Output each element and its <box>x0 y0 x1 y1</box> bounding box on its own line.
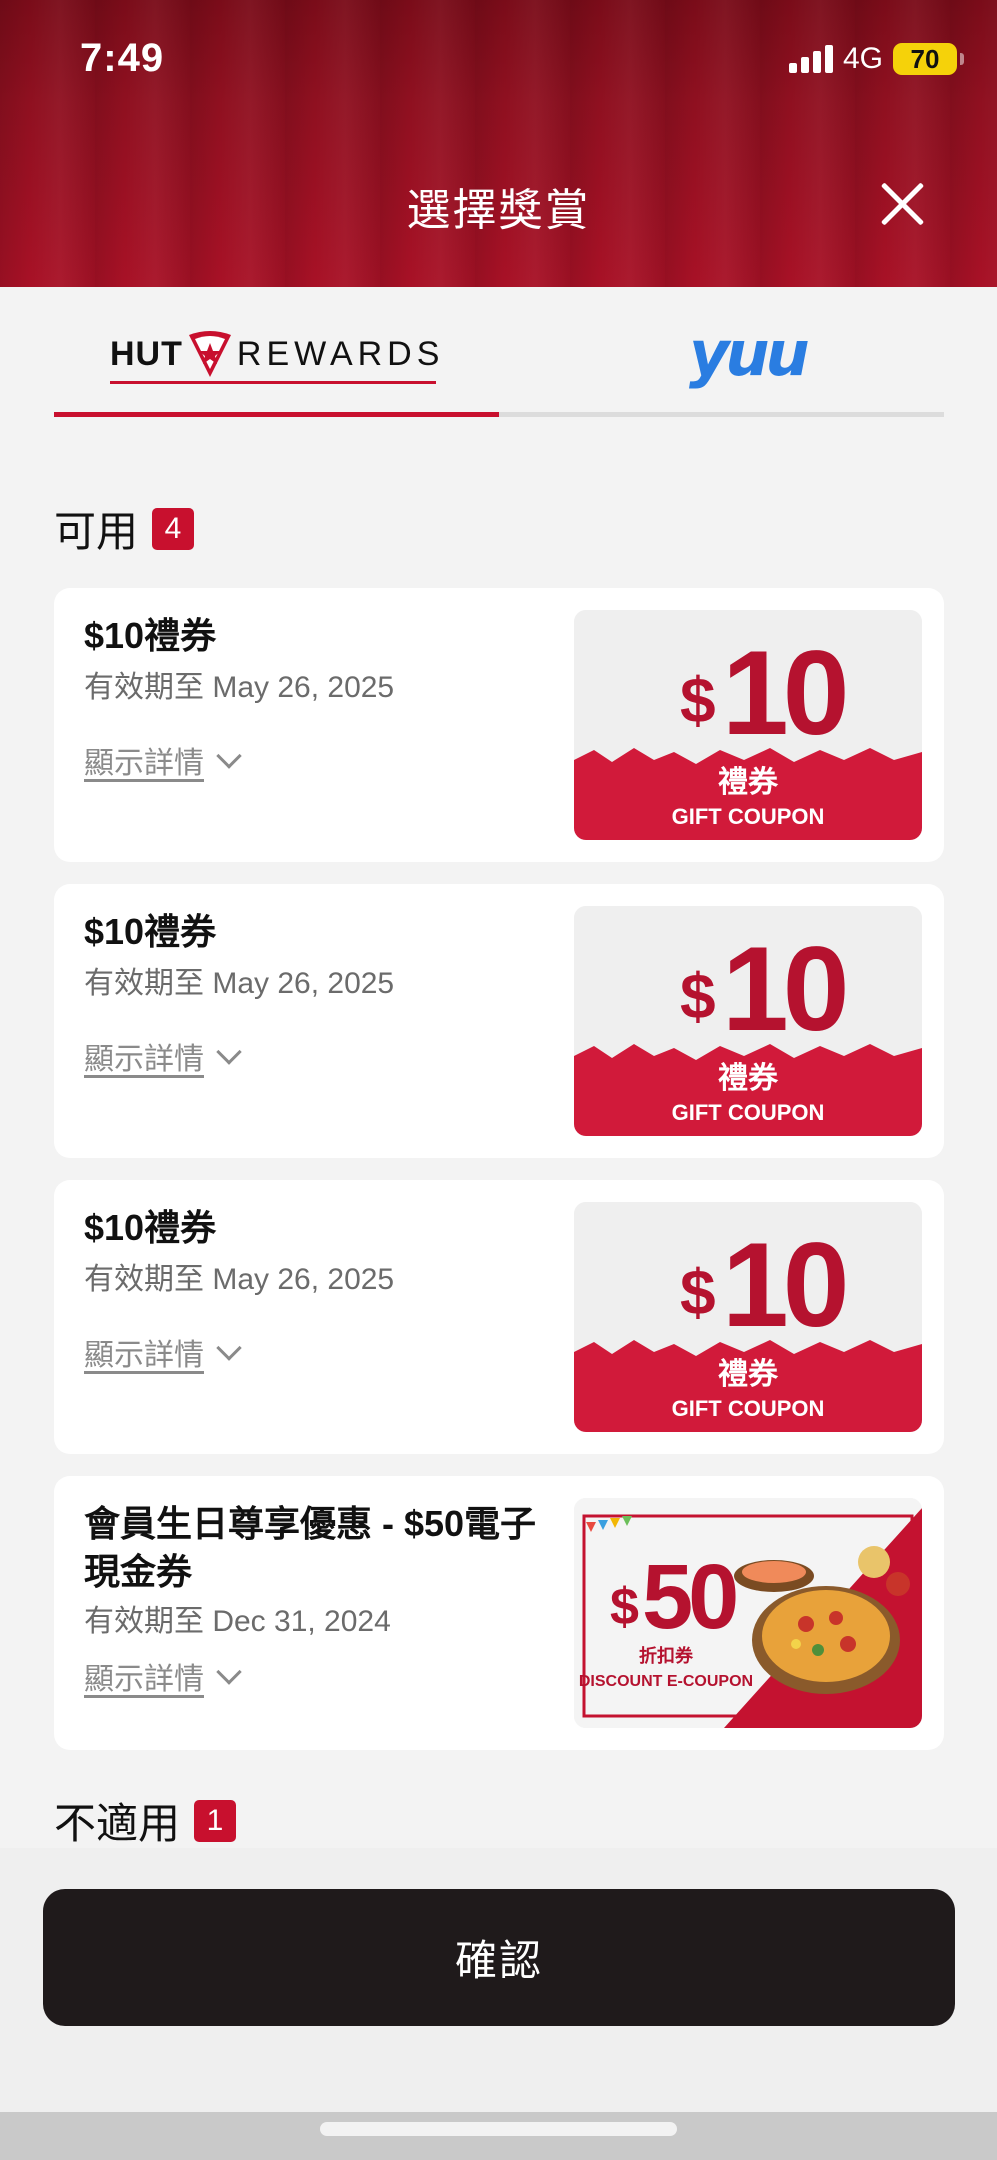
coupon-image-50: $ 50 折扣券 DISCOUNT E-COUPON <box>574 1498 922 1728</box>
reward-card[interactable]: 會員生日尊享優惠 - $50電子現金券 有效期至 Dec 31, 2024 顯示… <box>54 1476 944 1750</box>
show-details-label: 顯示詳情 <box>84 1339 204 1372</box>
coupon-amount: 10 <box>722 626 845 760</box>
reward-expiry: 有效期至 May 26, 2025 <box>84 967 395 1000</box>
reward-title: $10禮券 <box>84 911 217 952</box>
coupon-zh: 禮券 <box>718 1061 779 1096</box>
battery-level: 70 <box>910 43 940 74</box>
status-indicators: 4G 70 <box>788 42 964 76</box>
coupon-en: GIFT COUPON <box>672 804 825 829</box>
tab-hut-rewards[interactable]: HUT REWARDS <box>54 287 499 417</box>
coupon-image-10: $ 10 禮券 GIFT COUPON <box>574 610 922 840</box>
available-section-header: 可用 4 <box>54 498 195 559</box>
reward-title: $10禮券 <box>84 615 217 656</box>
home-indicator[interactable] <box>320 2122 677 2136</box>
coupon-zh: 禮券 <box>718 1357 779 1392</box>
yuu-logo: yuu <box>689 317 810 390</box>
reward-card[interactable]: $10禮券 有效期至 May 26, 2025 顯示詳情 $ 10 禮券 GIF… <box>54 884 944 1158</box>
battery-icon: 70 <box>893 43 964 75</box>
coupon-zh: 禮券 <box>718 765 779 800</box>
show-details-toggle[interactable]: 顯示詳情 <box>84 1034 242 1078</box>
reward-expiry: 有效期至 May 26, 2025 <box>84 671 395 704</box>
coupon-dollar: $ <box>680 1256 716 1328</box>
coupon-en: GIFT COUPON <box>672 1396 825 1421</box>
coupon-amount: 50 <box>642 1546 736 1648</box>
active-tab-indicator <box>54 412 499 417</box>
chevron-down-icon <box>216 1335 242 1361</box>
coupon-dollar: $ <box>610 1578 639 1636</box>
inactive-tab-indicator <box>499 412 944 417</box>
logo-underline <box>110 381 436 384</box>
coupon-en: DISCOUNT E-COUPON <box>579 1673 753 1690</box>
reward-title: $10禮券 <box>84 1207 217 1248</box>
rewards-word: REWARDS <box>236 334 445 373</box>
available-label: 可用 <box>54 508 139 555</box>
reward-expiry: 有效期至 Dec 31, 2024 <box>84 1605 391 1638</box>
reward-tabs: HUT REWARDS yuu <box>54 287 944 417</box>
reward-card[interactable]: $10禮券 有效期至 May 26, 2025 顯示詳情 $ 10 禮券 GIF… <box>54 1180 944 1454</box>
show-details-toggle[interactable]: 顯示詳情 <box>84 1654 242 1698</box>
network-label: 4G <box>842 42 883 75</box>
unavailable-section-header: 不適用 1 <box>54 1790 237 1851</box>
coupon-dollar: $ <box>680 664 716 736</box>
show-details-label: 顯示詳情 <box>84 1043 204 1076</box>
unavailable-count-badge: 1 <box>194 1799 237 1842</box>
coupon-image-10: $ 10 禮券 GIFT COUPON <box>574 1202 922 1432</box>
hut-rewards-logo: HUT REWARDS <box>110 323 444 385</box>
coupon-amount: 10 <box>722 922 845 1056</box>
show-details-label: 顯示詳情 <box>84 1663 204 1696</box>
unavailable-label: 不適用 <box>54 1800 181 1847</box>
coupon-image-10: $ 10 禮券 GIFT COUPON <box>574 906 922 1136</box>
coupon-en: GIFT COUPON <box>672 1100 825 1125</box>
hut-word: HUT <box>110 334 183 373</box>
signal-icon <box>788 45 833 73</box>
available-count-badge: 4 <box>152 507 195 550</box>
chevron-down-icon <box>216 743 242 769</box>
reward-title: 會員生日尊享優惠 - $50電子現金券 <box>84 1503 537 1592</box>
show-details-toggle[interactable]: 顯示詳情 <box>84 1330 242 1374</box>
coupon-amount: 10 <box>722 1218 845 1352</box>
confirm-button[interactable]: 確認 <box>43 1889 955 2026</box>
show-details-toggle[interactable]: 顯示詳情 <box>84 738 242 782</box>
pizza-hut-roof-icon <box>188 331 231 377</box>
reward-expiry: 有效期至 May 26, 2025 <box>84 1263 395 1296</box>
chevron-down-icon <box>216 1659 242 1685</box>
header-bar: 7:49 4G 70 選擇獎賞 <box>0 0 997 287</box>
coupon-dollar: $ <box>680 960 716 1032</box>
status-time: 7:49 <box>80 36 165 80</box>
coupon-zh: 折扣券 <box>639 1645 694 1667</box>
home-bar-area <box>0 2112 997 2160</box>
show-details-label: 顯示詳情 <box>84 747 204 780</box>
tab-yuu[interactable]: yuu <box>499 287 944 417</box>
reward-card[interactable]: $10禮券 有效期至 May 26, 2025 顯示詳情 $ 10 禮券 GIF… <box>54 588 944 862</box>
chevron-down-icon <box>216 1039 242 1065</box>
close-icon[interactable] <box>878 180 926 228</box>
page-title: 選擇獎賞 <box>406 186 591 235</box>
